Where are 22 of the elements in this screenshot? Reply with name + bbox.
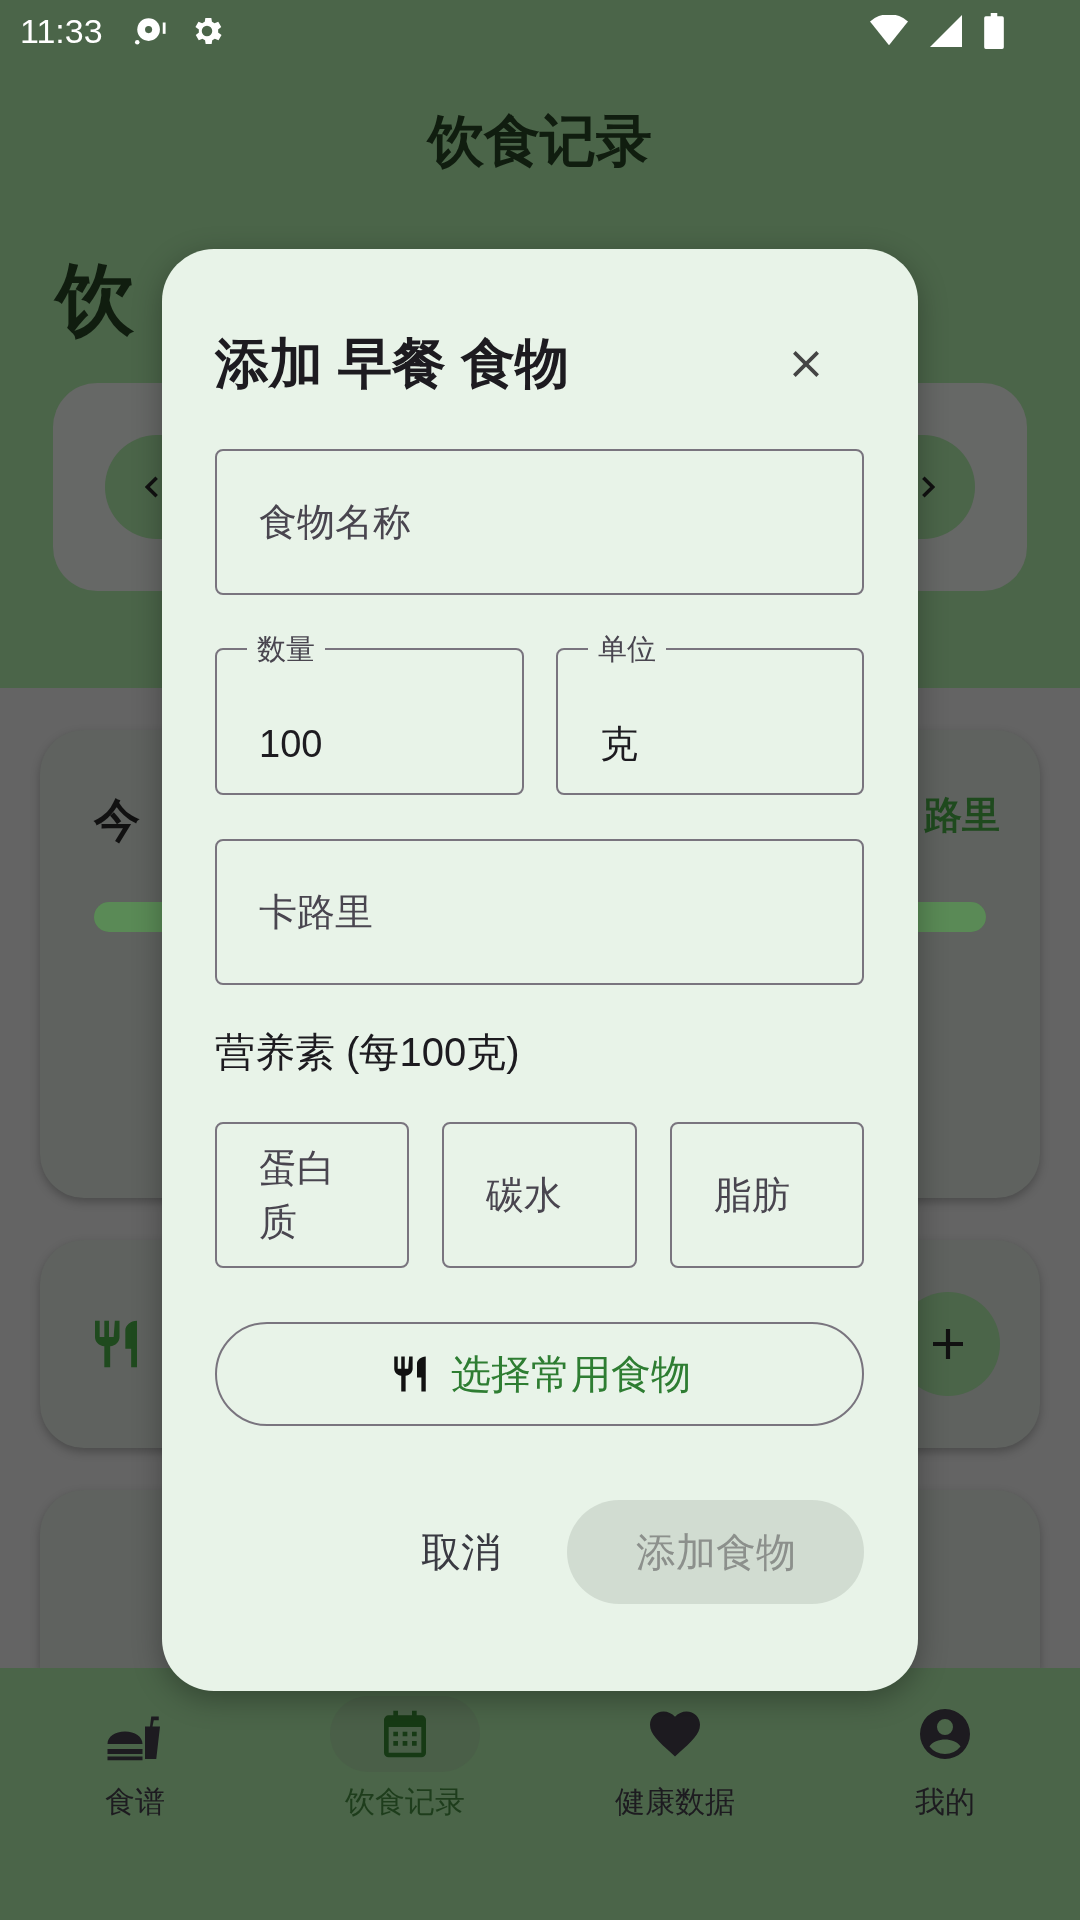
- field-value: 100: [259, 721, 323, 766]
- cancel-button[interactable]: 取消: [401, 1504, 521, 1600]
- nutrient-field[interactable]: 碳水: [442, 1122, 637, 1268]
- wifi-icon: [870, 15, 908, 47]
- calorie-field[interactable]: 卡路里: [215, 839, 864, 985]
- dialog-title: 添加 早餐 食物: [215, 331, 569, 395]
- status-time: 11:33: [20, 11, 103, 51]
- summary-title: 今: [94, 793, 140, 848]
- nutrient-field[interactable]: 蛋白质: [215, 1122, 410, 1268]
- app-title: 饮食记录: [428, 108, 652, 174]
- battery-icon: [984, 13, 1004, 49]
- field-label: 数量: [256, 632, 316, 667]
- calorie-label: 路里: [924, 793, 1000, 838]
- signal-icon: [930, 15, 962, 47]
- chevron-left-icon: [145, 474, 159, 499]
- field-value: 克: [599, 721, 638, 767]
- choose-food-button[interactable]: 选择常用食物: [215, 1322, 864, 1426]
- nutrient-field[interactable]: 脂肪: [669, 1122, 864, 1268]
- food-name-field[interactable]: 食物名称: [215, 449, 864, 595]
- chevron-right-icon: [921, 474, 935, 499]
- section-heading: 营养素 (每100克): [215, 1029, 521, 1076]
- field-label: 单位: [596, 632, 657, 667]
